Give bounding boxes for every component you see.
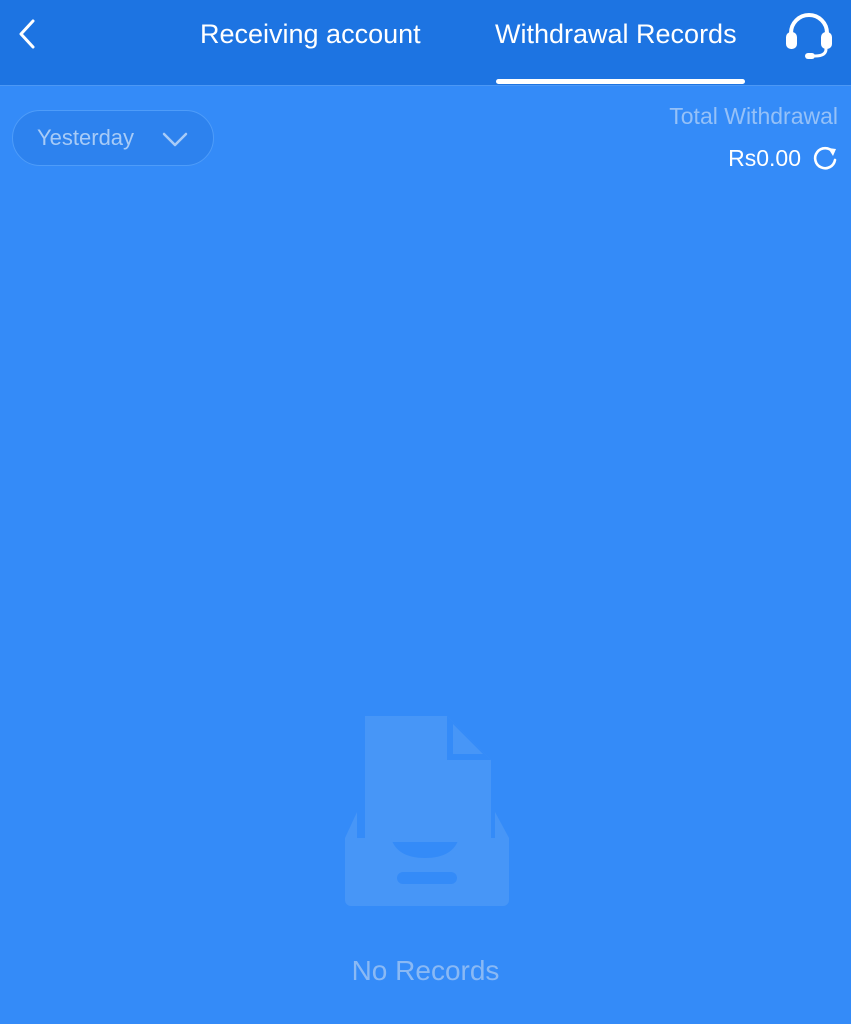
date-range-dropdown[interactable]: Yesterday	[12, 110, 214, 166]
empty-state-text: No Records	[351, 955, 500, 986]
tab-strip: wal Receiving account Withdrawal Records	[60, 0, 772, 86]
tab-receiving-account[interactable]: Receiving account	[200, 16, 421, 52]
refresh-icon	[813, 146, 837, 170]
total-withdrawal-row: Rs0.00	[728, 143, 839, 173]
withdrawal-records-screen: wal Receiving account Withdrawal Records…	[0, 0, 851, 1024]
headset-icon	[786, 13, 832, 59]
tab-withdrawal-records[interactable]: Withdrawal Records	[495, 16, 737, 52]
empty-inbox-icon	[345, 716, 509, 906]
chevron-down-icon	[162, 132, 188, 147]
customer-support-button[interactable]	[781, 10, 837, 60]
chevron-left-icon	[19, 19, 35, 49]
total-withdrawal-amount: Rs0.00	[728, 144, 801, 171]
back-button[interactable]	[10, 14, 44, 54]
total-withdrawal-label: Total Withdrawal	[669, 103, 838, 129]
active-tab-indicator	[496, 79, 745, 84]
date-range-selected: Yesterday	[37, 125, 135, 150]
top-nav-bar: wal Receiving account Withdrawal Records	[0, 0, 851, 86]
refresh-button[interactable]	[811, 144, 839, 172]
